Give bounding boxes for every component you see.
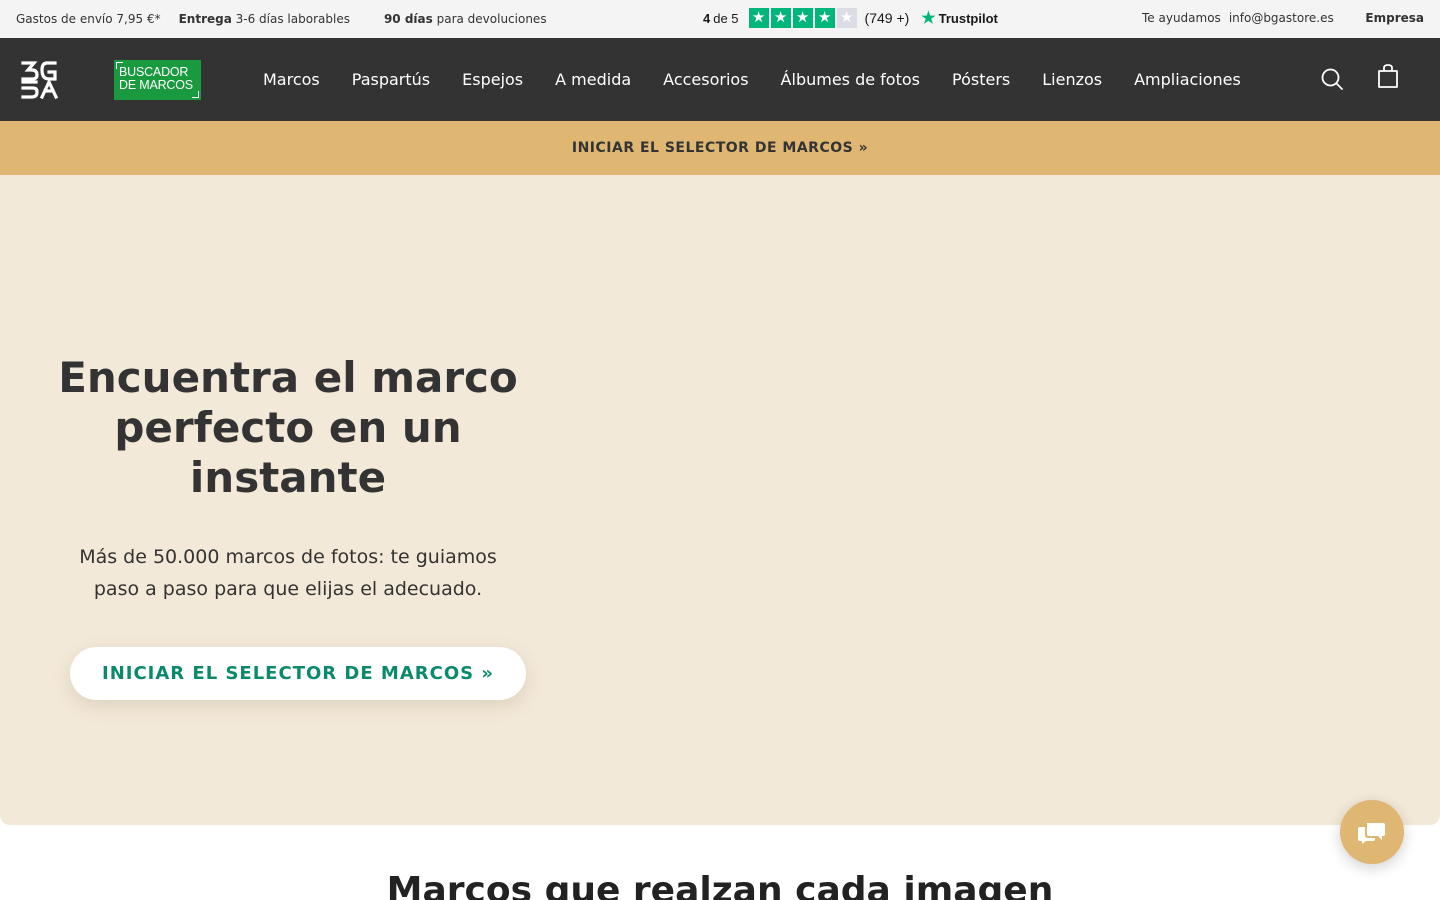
nav-item-marcos[interactable]: Marcos (247, 70, 336, 89)
business-link[interactable]: Empresa (1365, 11, 1424, 25)
shopping-bag-icon[interactable] (1374, 62, 1402, 90)
help-label: Te ayudamos (1142, 11, 1221, 25)
hero-content: Encuentra el marco perfecto en un instan… (40, 353, 536, 700)
help-email-link[interactable]: info@bgastore.es (1229, 11, 1334, 25)
trustpilot-widget[interactable]: 4 de 5 ★ ★ ★ ★ ★ (749 +) ★ Trustpilot (703, 8, 998, 28)
nav-item-accesorios[interactable]: Accesorios (647, 70, 764, 89)
nav-item-paspartus[interactable]: Paspartús (336, 70, 446, 89)
help-contact: Te ayudamos info@bgastore.es (1142, 11, 1334, 25)
filled-star-icon: ★ (770, 8, 791, 28)
frame-selector-promo-bar[interactable]: INICIAR EL SELECTOR DE MARCOS » (0, 121, 1440, 175)
nav-item-posters[interactable]: Pósters (936, 70, 1026, 89)
chat-bubble-icon (1358, 823, 1385, 844)
chat-button[interactable] (1340, 800, 1404, 864)
returns-info: 90 días para devoluciones (384, 12, 547, 26)
nav-item-a-medida[interactable]: A medida (539, 70, 647, 89)
delivery-info: Entrega 3-6 días laborables (179, 12, 350, 26)
finder-logo-corner-tl (116, 62, 123, 69)
trustpilot-brand: Trustpilot (938, 10, 998, 26)
delivery-info-text: 3-6 días laborables (231, 12, 350, 26)
trustpilot-review-count: (749 +) (864, 10, 910, 26)
delivery-info-bold: Entrega (178, 12, 232, 26)
search-icon[interactable] (1318, 65, 1346, 93)
nav-item-ampliaciones[interactable]: Ampliaciones (1118, 70, 1257, 89)
trustpilot-score: 4 (703, 10, 711, 26)
filled-star-icon: ★ (748, 8, 769, 28)
promo-label[interactable]: INICIAR EL SELECTOR DE MARCOS » (572, 140, 868, 156)
section-title: Marcos que realzan cada imagen (386, 870, 1054, 900)
nav-item-espejos[interactable]: Espejos (446, 70, 539, 89)
frame-finder-logo[interactable]: BUSCADOR DE MARCOS (114, 60, 201, 100)
trustpilot-star-icon: ★ (921, 10, 936, 27)
filled-star-icon: ★ (792, 8, 813, 28)
hero-subtitle: Más de 50.000 marcos de fotos: te guiamo… (79, 546, 497, 600)
top-info-bar: Gastos de envío 7,95 €* Entrega 3-6 días… (0, 0, 1440, 38)
returns-info-bold: 90 días (383, 12, 433, 26)
start-frame-selector-button[interactable]: INICIAR EL SELECTOR DE MARCOS » (70, 647, 526, 700)
bga-logo-icon[interactable] (20, 60, 62, 100)
frame-finder-logo-text: BUSCADOR DE MARCOS (119, 65, 193, 92)
finder-logo-corner-br (192, 91, 199, 98)
nav-item-albumes-de-fotos[interactable]: Álbumes de fotos (765, 70, 936, 89)
filled-star-icon: ★ (814, 8, 835, 28)
nav-menu: Marcos Paspartús Espejos A medida Accesorios… (247, 38, 1257, 121)
trustpilot-stars: ★ ★ ★ ★ ★ (748, 8, 859, 28)
shipping-info: Gastos de envío 7,95 €* (16, 12, 161, 26)
returns-info-text: para devoluciones (432, 12, 547, 26)
hero-title: Encuentra el marco perfecto en un instan… (58, 353, 518, 502)
trustpilot-logo: ★ Trustpilot (921, 8, 998, 28)
main-navigation: BUSCADOR DE MARCOS Marcos Paspartús Espejo… (0, 38, 1440, 121)
empty-star-icon: ★ (836, 8, 857, 28)
trustpilot-scale: de 5 (713, 10, 739, 26)
hero-section: Encuentra el marco perfecto en un instan… (0, 175, 1440, 825)
nav-item-lienzos[interactable]: Lienzos (1026, 70, 1118, 89)
